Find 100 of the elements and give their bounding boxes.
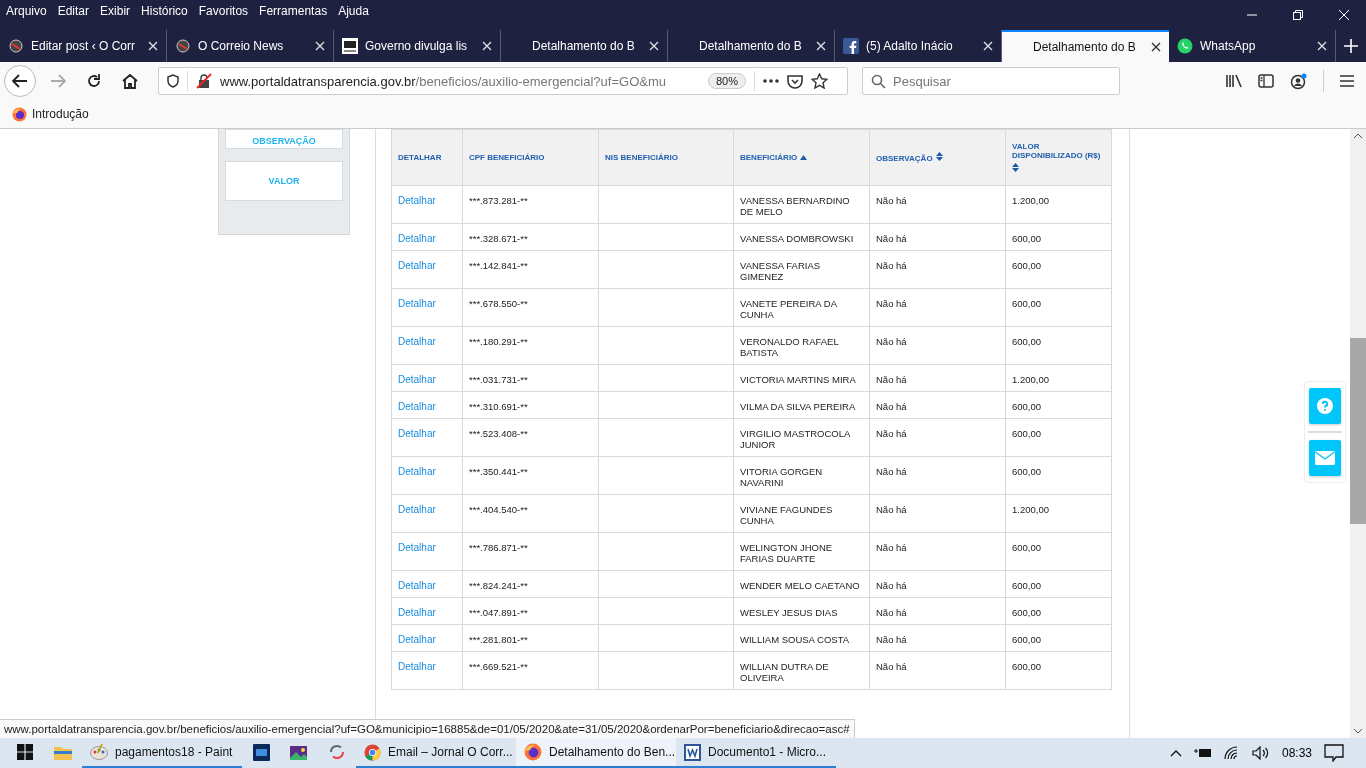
detail-link[interactable]: Detalhar: [398, 298, 436, 309]
menu-item[interactable]: Arquivo: [6, 4, 47, 18]
table-cell: Não há: [869, 288, 1006, 327]
table-cell: ***.404.540-**: [462, 494, 599, 533]
wifi-icon[interactable]: [1223, 746, 1240, 760]
table-cell: 600,00: [1005, 532, 1112, 571]
folder-icon: [54, 744, 72, 760]
url-text: www.portaldatransparencia.gov.br/beneficios/auxilio-emergencial?uf=GO&mu: [220, 73, 667, 89]
detail-link[interactable]: Detalhar: [398, 260, 436, 271]
detail-link[interactable]: Detalhar: [398, 542, 436, 553]
detail-link[interactable]: Detalhar: [398, 428, 436, 439]
scroll-down-icon[interactable]: [1354, 729, 1362, 734]
battery-icon[interactable]: [1193, 747, 1212, 759]
table-cell: 1.200,00: [1005, 364, 1112, 392]
zoom-badge[interactable]: 80%: [708, 73, 747, 89]
reload-icon[interactable]: [86, 73, 102, 89]
table-cell: WENDER MELO CAETANO: [733, 570, 870, 598]
detail-link[interactable]: Detalhar: [398, 195, 436, 206]
home-icon[interactable]: [122, 73, 138, 89]
taskbar-item[interactable]: Detalhamento do Ben...: [516, 738, 676, 768]
table-cell: 600,00: [1005, 326, 1112, 365]
new-tab-icon[interactable]: [1344, 39, 1358, 53]
palette-icon: [90, 744, 108, 760]
speaker-icon[interactable]: [1251, 746, 1270, 760]
library-icon[interactable]: [1226, 74, 1242, 88]
table-cell: Não há: [869, 532, 1006, 571]
column-header-label[interactable]: BENEFICIÁRIO: [740, 153, 798, 162]
table-cell: VERONALDO RAFAEL BATISTA: [733, 326, 870, 365]
menu-item[interactable]: Exibir: [100, 4, 131, 18]
logo-icon: [8, 38, 24, 54]
more-icon[interactable]: [763, 79, 780, 83]
circle-arrows-icon: [328, 743, 346, 761]
table-cell: Não há: [869, 456, 1006, 495]
table-cell: VANESSA FARIAS GIMENEZ: [733, 250, 870, 289]
notification-icon[interactable]: [1324, 744, 1344, 762]
sort-ascending-icon[interactable]: [800, 155, 808, 160]
table-cell: 600,00: [1005, 570, 1112, 598]
column-header-label[interactable]: CPF BENEFICIÁRIO: [469, 153, 545, 162]
menu-item[interactable]: Ajuda: [338, 4, 369, 18]
table-cell: WILLIAM SOUSA COSTA: [733, 624, 870, 652]
logo-icon: [175, 38, 191, 54]
back-button[interactable]: [4, 65, 36, 97]
table-cell: 600,00: [1005, 391, 1112, 419]
table-cell: ***.281.801-**: [462, 624, 599, 652]
pocket-icon[interactable]: [787, 73, 804, 89]
detail-link[interactable]: Detalhar: [398, 466, 436, 477]
scroll-up-icon[interactable]: [1354, 133, 1362, 138]
detail-link[interactable]: Detalhar: [398, 504, 436, 515]
column-header-label[interactable]: DETALHAR: [398, 153, 442, 162]
close-icon[interactable]: [1151, 42, 1161, 52]
sort-icon[interactable]: [935, 152, 943, 161]
detail-link[interactable]: Detalhar: [398, 336, 436, 347]
bookmark-item[interactable]: Introdução: [12, 106, 89, 122]
table-cell: ***.669.521-**: [462, 651, 599, 690]
table-cell: Não há: [869, 597, 1006, 625]
restore-icon[interactable]: [1292, 9, 1304, 21]
table-cell: ***.523.408-**: [462, 418, 599, 457]
taskbar-item[interactable]: Documento1 - Micro...: [676, 738, 836, 768]
chrome-icon: [364, 743, 381, 761]
table-cell: Não há: [869, 418, 1006, 457]
table-cell: Não há: [869, 250, 1006, 289]
table-cell: ***.824.241-**: [462, 570, 599, 598]
table-cell: 600,00: [1005, 288, 1112, 327]
table-cell: Não há: [869, 185, 1006, 224]
taskbar-item[interactable]: Email – Jornal O Corr...: [356, 738, 516, 768]
table-cell: ***.180.291-**: [462, 326, 599, 365]
table-cell: ***.328.671-**: [462, 223, 599, 251]
facebook-icon: [843, 38, 859, 54]
address-bar[interactable]: www.portaldatransparencia.gov.br/beneficios/auxilio-emergencial?uf=GO&mu 80%: [158, 67, 848, 95]
table-cell: ***.310.691-**: [462, 391, 599, 419]
table-cell: Não há: [869, 223, 1006, 251]
chevron-up-icon[interactable]: [1169, 749, 1182, 757]
table-cell: ***.142.841-**: [462, 250, 599, 289]
sort-icon[interactable]: [1012, 162, 1019, 172]
table-cell: Não há: [869, 391, 1006, 419]
windows-icon: [17, 744, 33, 760]
clock[interactable]: 08:33: [1281, 746, 1312, 760]
menu-icon[interactable]: [1340, 75, 1354, 87]
table-cell: Não há: [869, 651, 1006, 690]
table-cell: VANESSA DOMBROWSKI: [733, 223, 870, 251]
account-icon[interactable]: [1290, 72, 1307, 90]
table-cell: Não há: [869, 624, 1006, 652]
star-icon[interactable]: [811, 73, 829, 89]
menu-item[interactable]: Favoritos: [198, 4, 249, 18]
logo-icon: [342, 38, 358, 54]
detail-link[interactable]: Detalhar: [398, 661, 436, 672]
menu-item[interactable]: Ferramentas: [259, 4, 328, 18]
firefox-icon: [524, 743, 542, 761]
search-field[interactable]: Pesquisar: [862, 67, 1120, 95]
sidebar-icon[interactable]: [1258, 74, 1274, 88]
menu-item[interactable]: Histórico: [141, 4, 188, 18]
scrollbar[interactable]: [1350, 129, 1366, 738]
table-cell: 600,00: [1005, 418, 1112, 457]
table-cell: 1.200,00: [1005, 494, 1112, 533]
browser-tab[interactable]: Detalhamento do B: [1002, 30, 1169, 62]
column-header-label[interactable]: OBSERVAÇÃO: [876, 154, 933, 163]
insecure-lock-icon: [196, 73, 212, 89]
menu-item[interactable]: Editar: [57, 4, 90, 18]
column-header-label[interactable]: NIS BENEFICIÁRIO: [605, 153, 678, 162]
taskbar-item[interactable]: pagamentos18 - Paint: [82, 738, 242, 768]
